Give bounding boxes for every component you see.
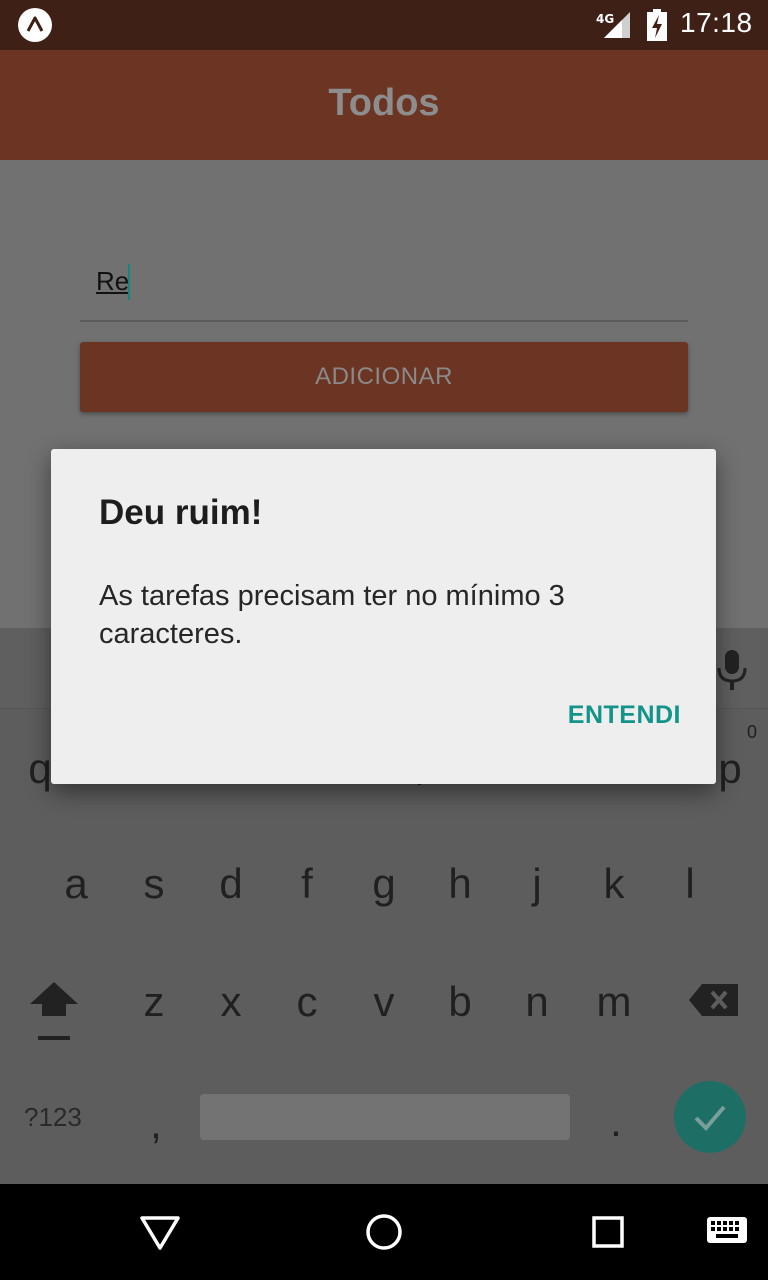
- key-p-hint: 0: [747, 722, 758, 742]
- backspace-icon[interactable]: [688, 982, 740, 1018]
- key-k[interactable]: k: [584, 860, 644, 908]
- key-comma[interactable]: ,: [146, 1100, 166, 1148]
- key-m[interactable]: m: [584, 978, 644, 1026]
- signal-icon: [604, 12, 630, 38]
- text-caret: [128, 264, 130, 300]
- key-s[interactable]: s: [124, 860, 184, 908]
- key-d[interactable]: d: [201, 860, 261, 908]
- dialog-message: As tarefas precisam ter no mínimo 3 cara…: [99, 580, 565, 650]
- key-c[interactable]: c: [277, 978, 337, 1026]
- key-h[interactable]: h: [430, 860, 490, 908]
- spacebar[interactable]: [200, 1094, 570, 1140]
- page-title: Todos: [328, 82, 440, 124]
- key-g[interactable]: g: [354, 860, 414, 908]
- status-time: 17:18: [680, 7, 753, 38]
- key-j[interactable]: j: [507, 860, 567, 908]
- key-b[interactable]: b: [430, 978, 490, 1026]
- microphone-icon[interactable]: [714, 648, 750, 692]
- back-triangle-icon[interactable]: [138, 1212, 182, 1252]
- key-period[interactable]: .: [604, 1098, 628, 1146]
- key-l[interactable]: l: [660, 860, 720, 908]
- todo-input[interactable]: [80, 258, 688, 322]
- add-button[interactable]: ADICIONAR: [80, 342, 688, 412]
- alert-dialog: Deu ruim! As tarefas precisam ter no mín…: [51, 449, 716, 784]
- check-icon: [694, 1105, 726, 1131]
- key-x[interactable]: x: [201, 978, 261, 1026]
- dialog-title: Deu ruim!: [99, 493, 263, 532]
- recents-square-icon[interactable]: [590, 1214, 626, 1250]
- todo-input-value: Re: [96, 266, 130, 296]
- key-n[interactable]: n: [507, 978, 567, 1026]
- enter-key[interactable]: [674, 1081, 746, 1153]
- dialog-confirm-button[interactable]: ENTENDI: [541, 701, 681, 745]
- expo-logo-icon: [18, 8, 52, 42]
- home-circle-icon[interactable]: [364, 1212, 404, 1252]
- key-v[interactable]: v: [354, 978, 414, 1026]
- keyboard-icon[interactable]: [706, 1216, 748, 1248]
- key-z[interactable]: z: [124, 978, 184, 1026]
- key-f[interactable]: f: [277, 860, 337, 908]
- symbols-key[interactable]: ?123: [24, 1102, 82, 1133]
- key-a[interactable]: a: [46, 860, 106, 908]
- shift-icon[interactable]: [28, 980, 80, 1044]
- battery-charging-icon: [647, 9, 667, 41]
